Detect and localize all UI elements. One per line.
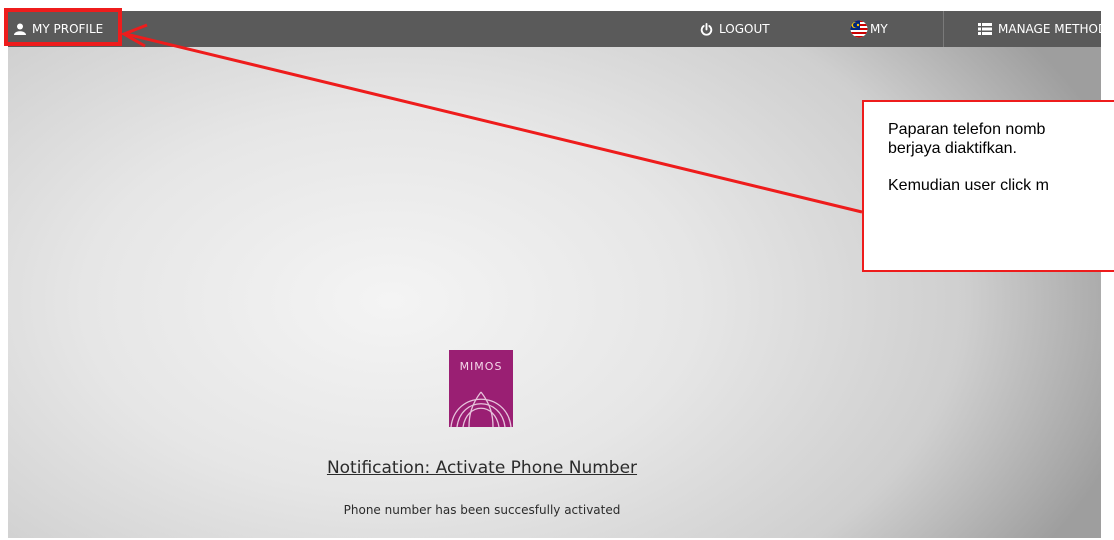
nav-divider [943, 11, 944, 47]
annotation-callout: Paparan telefon nomb berjaya diaktifkan.… [862, 100, 1114, 272]
manage-methods-link[interactable]: MANAGE METHODS [978, 11, 1101, 47]
language-selector[interactable]: MY [850, 11, 888, 47]
callout-line-2: berjaya diaktifkan. [888, 140, 1017, 157]
power-icon [700, 22, 713, 36]
logout-link[interactable]: LOGOUT [700, 11, 770, 47]
notification-title: Notification: Activate Phone Number [326, 458, 638, 478]
annotation-highlight-box [4, 8, 122, 46]
list-icon [978, 23, 992, 35]
language-label: MY [870, 22, 888, 36]
mimos-logo: MIMOS [449, 350, 513, 427]
callout-line-3: Kemudian user click m [888, 177, 1049, 194]
top-navigation-bar: MY PROFILE LOGOUT MY MANAGE METHO [8, 11, 1101, 47]
manage-methods-label: MANAGE METHODS [998, 22, 1101, 36]
app-screen: MY PROFILE LOGOUT MY MANAGE METHO MIMOS … [8, 11, 1101, 538]
malaysia-flag-icon [850, 20, 868, 38]
logout-label: LOGOUT [719, 22, 770, 36]
notification-message: Phone number has been succesfully activa… [343, 503, 621, 517]
callout-line-1: Paparan telefon nomb [888, 121, 1046, 138]
